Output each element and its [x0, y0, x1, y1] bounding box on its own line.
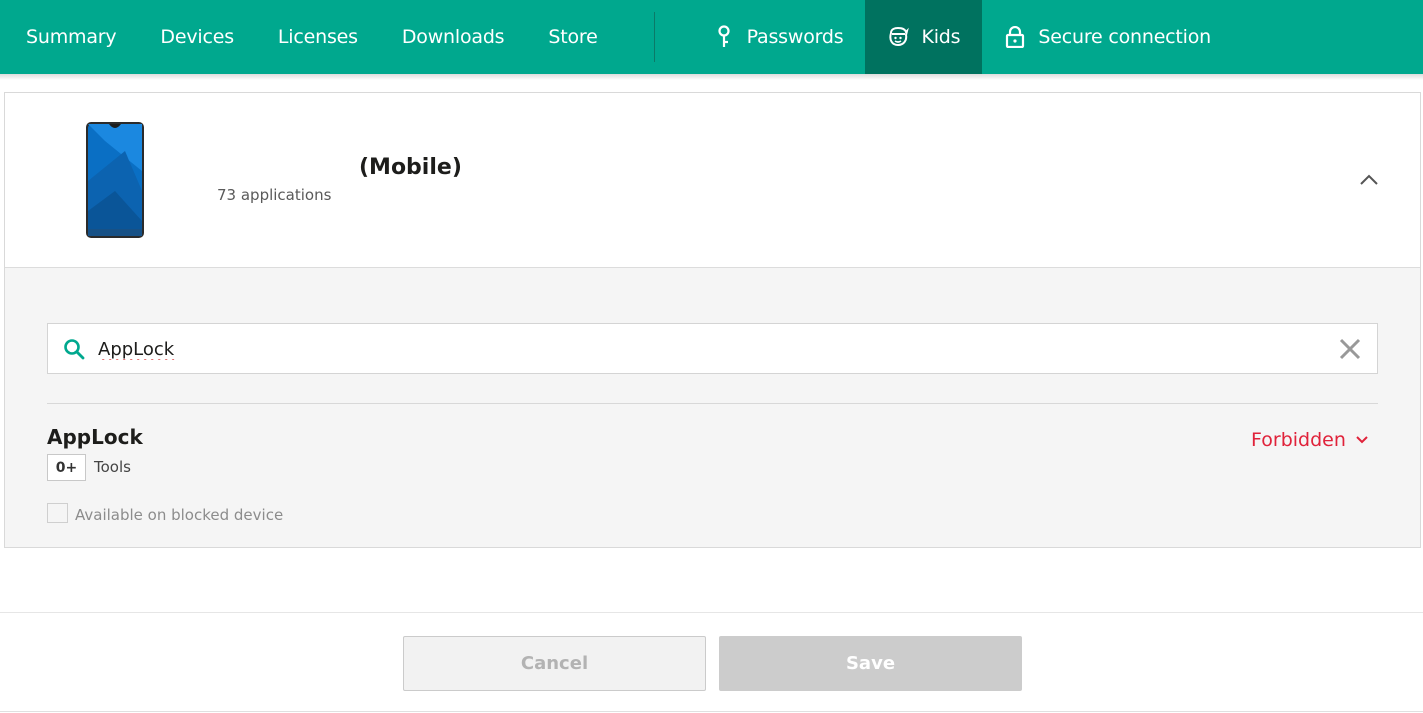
app-category: Tools	[94, 458, 131, 476]
bottom-divider	[0, 711, 1423, 712]
status-dropdown[interactable]: Forbidden	[1251, 429, 1368, 451]
save-button[interactable]: Save	[719, 636, 1022, 691]
available-on-blocked-label: Available on blocked device	[75, 506, 284, 524]
smartphone-icon	[86, 122, 144, 238]
nav-licenses[interactable]: Licenses	[256, 0, 380, 74]
key-icon	[713, 25, 735, 49]
age-rating-badge: 0+	[47, 454, 86, 481]
nav-passwords-label: Passwords	[746, 26, 844, 48]
nav-shadow	[0, 74, 1423, 80]
nav-devices-label: Devices	[160, 26, 234, 48]
lock-icon	[1004, 25, 1026, 49]
nav-downloads-label: Downloads	[401, 26, 505, 48]
nav-devices[interactable]: Devices	[138, 0, 255, 74]
nav-store[interactable]: Store	[526, 0, 619, 74]
nav-kids[interactable]: Kids	[865, 0, 983, 74]
search-box	[47, 323, 1378, 374]
nav-kids-label: Kids	[921, 26, 961, 48]
nav-store-label: Store	[548, 26, 598, 48]
kids-icon	[887, 25, 910, 49]
device-header[interactable]: 73 applications (Mobile)	[5, 93, 1420, 268]
cancel-button[interactable]: Cancel	[403, 636, 706, 691]
nav-downloads[interactable]: Downloads	[380, 0, 527, 74]
nav-summary-label: Summary	[26, 26, 117, 48]
available-on-blocked-checkbox[interactable]	[47, 503, 68, 523]
status-label: Forbidden	[1251, 429, 1346, 451]
nav-secure-connection-label: Secure connection	[1038, 26, 1212, 48]
search-input[interactable]	[98, 332, 1318, 366]
device-card: 73 applications (Mobile) AppLock 0+ Tool…	[4, 92, 1421, 548]
nav-passwords[interactable]: Passwords	[691, 0, 866, 74]
divider	[47, 403, 1378, 404]
app-count: 73 applications	[217, 186, 332, 204]
app-name: AppLock	[47, 425, 143, 449]
chevron-down-icon	[1356, 436, 1368, 444]
device-name: (Mobile)	[359, 155, 462, 180]
nav-divider	[653, 12, 655, 62]
close-icon[interactable]	[1338, 337, 1362, 361]
chevron-up-icon[interactable]	[1357, 171, 1381, 187]
search-icon	[64, 339, 85, 360]
footer-divider	[0, 612, 1423, 613]
top-navigation: Summary Devices Licenses Downloads Store…	[0, 0, 1423, 74]
nav-secure-connection[interactable]: Secure connection	[982, 0, 1233, 74]
nav-summary[interactable]: Summary	[0, 0, 138, 74]
nav-licenses-label: Licenses	[277, 26, 358, 48]
